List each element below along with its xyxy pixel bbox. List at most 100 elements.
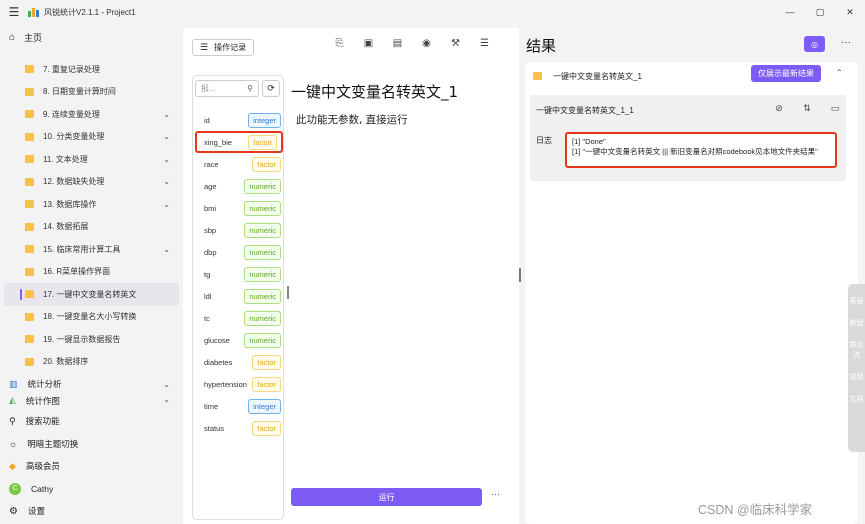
folder-icon: [25, 222, 34, 231]
chevron-down-icon[interactable]: ⌄: [163, 245, 170, 254]
results-title: 结果: [526, 37, 557, 55]
hamburger-menu-icon[interactable]: ☰: [0, 5, 28, 19]
log-line: [1] "Done": [572, 137, 606, 146]
more-options-button[interactable]: ···: [491, 489, 500, 499]
docs-button[interactable]: 文档: [848, 394, 865, 404]
hide-icon[interactable]: ⊘: [765, 103, 793, 114]
log-output: [1] "Done" [1] "一键中文变量名转英文 ||| 新旧变量名对照co…: [565, 132, 837, 168]
sidebar-item[interactable]: 14. 数据拓展: [0, 216, 183, 239]
variable-item[interactable]: glucose numeric: [193, 329, 285, 351]
variable-name: id: [204, 115, 210, 125]
run-button[interactable]: 运行: [291, 488, 482, 506]
customer-service-button[interactable]: 客服: [848, 296, 865, 306]
type-badge: factor: [252, 420, 281, 436]
search-function-button[interactable]: ⚲ 搜索功能: [0, 410, 183, 433]
sidebar-item[interactable]: 12. 数据缺失处理 ⌄: [0, 171, 183, 194]
variable-search-input[interactable]: 报... ⚲: [195, 80, 259, 97]
share-icon[interactable]: ◉: [412, 38, 441, 49]
sidebar-item-label: 19. 一键显示数据报告: [43, 334, 121, 344]
premium-button[interactable]: ◆ 高级会员: [0, 455, 183, 478]
sidebar-item[interactable]: 16. R菜单操作界面: [0, 261, 183, 284]
video-button[interactable]: 视频: [848, 372, 865, 382]
chevron-down-icon[interactable]: ⌄: [163, 155, 170, 164]
variable-item[interactable]: time integer: [193, 395, 285, 417]
operation-log-button[interactable]: ☰ 操作记录: [192, 38, 255, 56]
sort-icon[interactable]: ⇅: [793, 103, 821, 114]
variable-name: hypertension: [204, 379, 247, 389]
results-more-button[interactable]: ···: [841, 37, 851, 48]
variable-item[interactable]: id integer: [193, 109, 285, 131]
minimize-button[interactable]: —: [775, 0, 805, 24]
sidebar-home[interactable]: ⌂ 主页: [0, 28, 183, 46]
view-toggle-button[interactable]: ◎: [804, 36, 825, 52]
chevron-down-icon[interactable]: ⌄: [163, 395, 170, 404]
save-icon[interactable]: ▤: [383, 38, 412, 49]
sidebar-item[interactable]: 20. 数据排序: [0, 351, 183, 374]
sidebar-item[interactable]: 8. 日期变量计算时间: [0, 81, 183, 104]
sidebar-item-active[interactable]: 17. 一键中文变量名转英文: [4, 283, 179, 306]
sidebar-item[interactable]: 13. 数据库操作 ⌄: [0, 193, 183, 216]
sidebar-item[interactable]: 19. 一键显示数据报告: [0, 328, 183, 351]
variable-item[interactable]: diabetes factor: [193, 351, 285, 373]
sidebar-item[interactable]: 9. 连续变量处理 ⌄: [0, 103, 183, 126]
folder-icon: [533, 72, 542, 80]
variable-item-selected[interactable]: xing_bie factor: [195, 131, 283, 153]
variable-item[interactable]: tc numeric: [193, 307, 285, 329]
tutorial-button[interactable]: 教程: [848, 318, 865, 328]
panel-resize-handle[interactable]: [287, 286, 289, 299]
chevron-down-icon[interactable]: ⌄: [163, 380, 170, 389]
folder-open-icon[interactable]: ▭: [821, 103, 849, 114]
chevron-down-icon[interactable]: ⌄: [163, 132, 170, 141]
variable-name: race: [204, 159, 219, 169]
show-latest-button[interactable]: 仅展示最新结果: [751, 65, 821, 82]
variable-item[interactable]: ldl numeric: [193, 285, 285, 307]
sidebar-item[interactable]: 15. 临床常用计算工具 ⌄: [0, 238, 183, 261]
variable-name: glucose: [204, 335, 230, 345]
variable-item[interactable]: status factor: [193, 417, 285, 439]
import-file-icon[interactable]: ⎘: [325, 38, 354, 49]
variable-item[interactable]: tg numeric: [193, 263, 285, 285]
eye-icon: ◎: [811, 39, 818, 49]
sidebar-group-plots[interactable]: ◭ 统计作图 ⌄: [0, 395, 183, 407]
type-badge: integer: [248, 112, 281, 128]
sidebar-item-label: 12. 数据缺失处理: [43, 177, 105, 187]
close-button[interactable]: ✕: [835, 0, 865, 24]
variable-item[interactable]: hypertension factor: [193, 373, 285, 395]
group-chat-button[interactable]: 群交流: [848, 340, 865, 360]
database-icon[interactable]: ☰: [470, 38, 499, 49]
watermark: CSDN @临床科学家: [698, 503, 813, 517]
chevron-down-icon[interactable]: ⌄: [163, 110, 170, 119]
chevron-up-icon[interactable]: ⌃: [836, 68, 843, 77]
sidebar-item[interactable]: 10. 分类变量处理 ⌄: [0, 126, 183, 149]
refresh-button[interactable]: ⟳: [262, 80, 280, 97]
variable-list: id integer xing_bie factor race factor age n…: [193, 109, 285, 439]
theme-toggle-button[interactable]: ☼ 明暗主题切换: [0, 433, 183, 456]
sidebar-item-label: 18. 一键变量名大小写转换: [43, 312, 137, 322]
sidebar-item-label: 15. 临床常用计算工具: [43, 244, 121, 254]
sidebar-group-stats[interactable]: ▥ 统计分析 ⌄: [0, 373, 183, 395]
variable-item[interactable]: race factor: [193, 153, 285, 175]
variable-item[interactable]: bmi numeric: [193, 197, 285, 219]
folder-icon: [25, 267, 34, 276]
variable-item[interactable]: sbp numeric: [193, 219, 285, 241]
folder-icon: [25, 87, 34, 96]
maximize-button[interactable]: ▢: [805, 0, 835, 24]
sidebar-item[interactable]: 18. 一键变量名大小写转换: [0, 306, 183, 329]
floating-help-bar: 客服 教程 群交流 视频 文档: [848, 284, 865, 452]
sidebar-item[interactable]: 7. 重复记录处理: [0, 58, 183, 81]
sidebar-item[interactable]: 11. 文本处理 ⌄: [0, 148, 183, 171]
chevron-down-icon[interactable]: ⌄: [163, 177, 170, 186]
folder-icon: [25, 110, 34, 119]
folder-icon: [25, 312, 34, 321]
settings-button[interactable]: ⚙ 设置: [0, 500, 183, 523]
variable-item[interactable]: dbp numeric: [193, 241, 285, 263]
variable-panel: 报... ⚲ ⟳ id integer xing_bie factor race fa…: [192, 75, 284, 520]
variable-name: age: [204, 181, 217, 191]
chevron-down-icon[interactable]: ⌄: [163, 200, 170, 209]
tools-icon[interactable]: ⚒: [441, 38, 470, 49]
user-profile[interactable]: C Cathy: [0, 478, 183, 501]
folder-icon: [25, 290, 34, 299]
excel-icon[interactable]: ▣: [354, 38, 383, 49]
variable-item[interactable]: age numeric: [193, 175, 285, 197]
folder-icon: [25, 177, 34, 186]
